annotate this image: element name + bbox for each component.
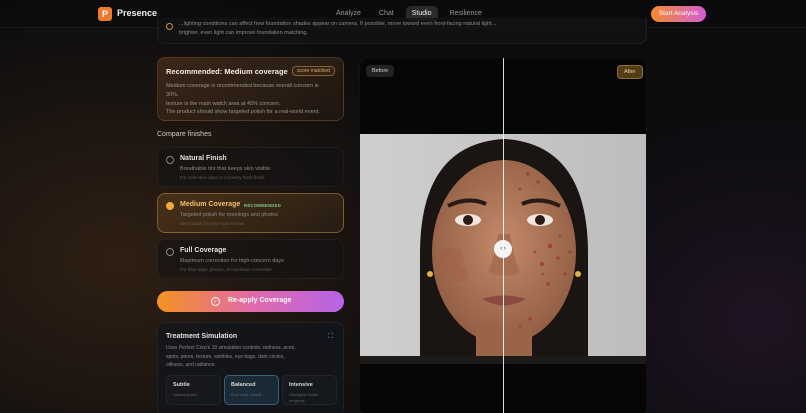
simulation-desc: Uses Perfect Corp's 10 simulation contro… [166, 344, 334, 370]
option-name: Medium Coverage [180, 201, 241, 208]
comparison-slider-handle[interactable]: ‹ › [494, 240, 512, 258]
recommended-badge: RECOMMENDED [244, 203, 282, 208]
comparison-divider[interactable] [503, 58, 504, 413]
right-iris [535, 215, 545, 225]
option-name: Full Coverage [180, 247, 227, 254]
score-matched-badge: score matched [292, 66, 335, 76]
option-sub: Best match for your scan scores [180, 221, 245, 226]
recommendation-line: texture is the main watch area at 45% co… [166, 100, 281, 107]
right-earring [575, 271, 581, 277]
option-desc: Maximum correction for high-concern days [180, 258, 284, 264]
reapply-coverage-button[interactable]: ✓ Re-apply Coverage [157, 291, 344, 312]
option-sub: For flare days, photos, or maximum corre… [180, 267, 272, 272]
left-iris [463, 215, 473, 225]
treatment-simulation-card: Treatment Simulation ⛶ Uses Perfect Corp… [157, 322, 344, 413]
sim-option-balanced[interactable]: Balanced Best daily default [224, 375, 279, 405]
reapply-label: Re-apply Coverage [228, 297, 292, 304]
radio-medium[interactable] [166, 202, 174, 210]
check-circle-icon: ✓ [211, 297, 220, 306]
finish-option-medium[interactable]: Medium Coverage RECOMMENDED Targeted pol… [157, 193, 344, 233]
radio-natural[interactable] [166, 156, 174, 164]
simulation-desc-line: spots, pores, texture, wrinkles, eye bag… [166, 353, 285, 360]
sim-option-name: Subtle [173, 382, 190, 388]
option-desc: Targeted polish for meetings and photos [180, 212, 278, 218]
after-label: After [617, 65, 643, 79]
left-earring [427, 271, 433, 277]
app-logo[interactable]: P [98, 7, 112, 21]
tip-line-2: brighter, even light can improve foundat… [179, 30, 309, 36]
finish-option-natural[interactable]: Natural Finish Breathable tint that keep… [157, 147, 344, 187]
sim-option-name: Intensive [289, 382, 313, 388]
simulation-desc-line: Uses Perfect Corp's 10 simulation contro… [166, 345, 296, 351]
sim-option-sub: Best daily default [231, 392, 262, 397]
simulation-desc-line: oiliness, and radiance. [166, 362, 216, 368]
brand-name[interactable]: Presence [117, 8, 157, 18]
option-sub: For calm-skin days or a breezy fresh fin… [180, 175, 265, 180]
sim-option-intensive[interactable]: Intensive Strongest visible progress [282, 375, 337, 405]
finish-option-full[interactable]: Full Coverage Maximum correction for hig… [157, 239, 344, 279]
tip-line-1: ...lighting conditions can affect how fo… [179, 21, 497, 27]
sim-option-subtle[interactable]: Subtle Natural polish [166, 375, 221, 405]
radio-full[interactable] [166, 248, 174, 256]
lighting-tip-text: ...lighting conditions can affect how fo… [179, 20, 639, 38]
recommendation-body: Medium coverage is recommended because o… [166, 82, 338, 117]
sim-option-sub: Strongest visible progress [289, 392, 319, 403]
recommendation-line: 30%. [166, 91, 179, 98]
recommendation-card: Recommended: Medium coverage score match… [157, 57, 344, 121]
sim-option-name: Balanced [231, 382, 256, 388]
before-label: Before [366, 65, 395, 77]
recommendation-title: Recommended: Medium coverage [166, 67, 288, 76]
start-analysis-button[interactable]: Start Analysis [651, 6, 706, 22]
lighting-tip-card: ...lighting conditions can affect how fo… [157, 18, 647, 44]
recommendation-line: The product should show targeted polish … [166, 109, 320, 116]
option-name: Natural Finish [180, 155, 227, 162]
sim-option-sub: Natural polish [173, 392, 198, 397]
option-desc: Breathable tint that keeps skin visible [180, 166, 271, 172]
simulation-title: Treatment Simulation [166, 333, 238, 340]
compare-finishes-title: Compare finishes [157, 131, 212, 138]
before-after-viewer: ‹ › Before After [359, 57, 647, 413]
info-icon [166, 23, 173, 30]
expand-icon[interactable]: ⛶ [328, 333, 333, 341]
recommendation-line: Medium coverage is recommended because o… [166, 83, 319, 89]
